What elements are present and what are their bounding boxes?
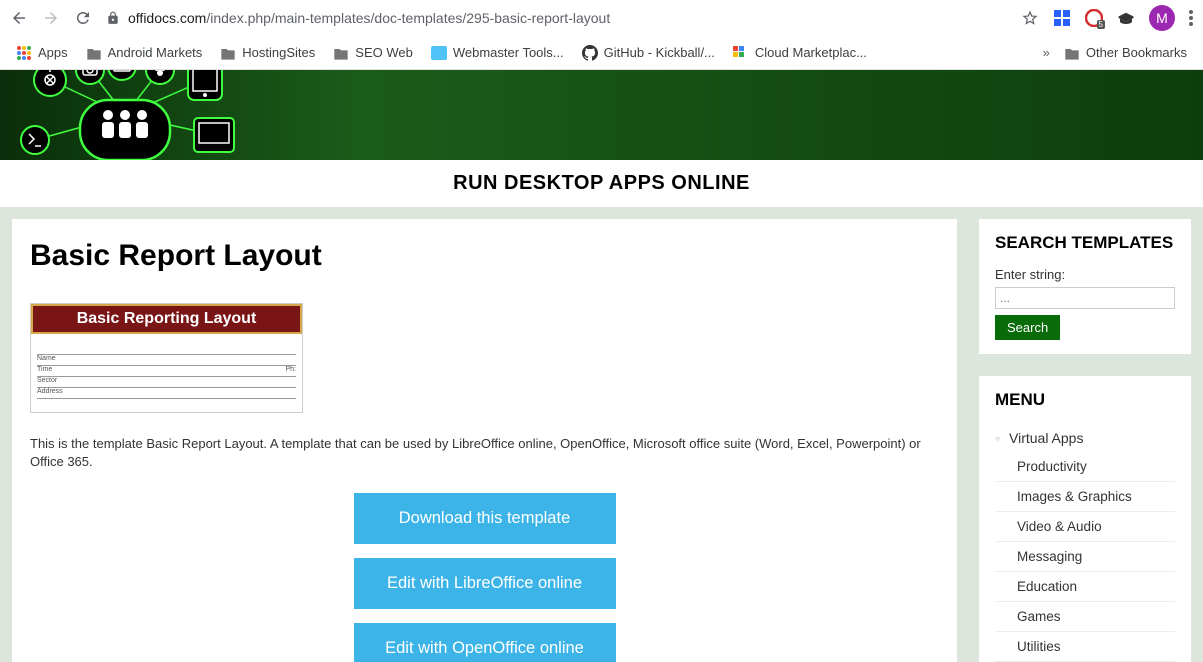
page-viewport[interactable]: RUN DESKTOP APPS ONLINE Basic Report Lay… bbox=[0, 70, 1203, 662]
edit-openoffice-button[interactable]: Edit with OpenOffice online bbox=[354, 623, 616, 662]
bookmark-item[interactable]: GitHub - Kickball/... bbox=[582, 45, 715, 61]
menu-item[interactable]: Education bbox=[995, 572, 1175, 602]
other-bookmarks[interactable]: Other Bookmarks bbox=[1064, 45, 1187, 60]
search-label: Enter string: bbox=[995, 267, 1175, 282]
menu-item[interactable]: Utilities bbox=[995, 632, 1175, 662]
star-icon[interactable] bbox=[1021, 9, 1039, 27]
menu-item[interactable]: Video & Audio bbox=[995, 512, 1175, 542]
menu-item[interactable]: Messaging bbox=[995, 542, 1175, 572]
bookmark-item[interactable]: Cloud Marketplac... bbox=[733, 45, 867, 60]
forward-button[interactable] bbox=[42, 9, 60, 27]
tagline-bar: RUN DESKTOP APPS ONLINE bbox=[0, 160, 1203, 207]
bookmark-folder[interactable]: HostingSites bbox=[220, 45, 315, 60]
menu-item[interactable]: Images & Graphics bbox=[995, 482, 1175, 512]
bookmark-folder[interactable]: SEO Web bbox=[333, 45, 413, 60]
lock-icon bbox=[106, 11, 120, 25]
menu-item[interactable]: Games bbox=[995, 602, 1175, 632]
browser-toolbar: offidocs.com/index.php/main-templates/do… bbox=[0, 0, 1203, 36]
bookmark-item[interactable]: Webmaster Tools... bbox=[431, 45, 564, 60]
bookmark-folder[interactable]: Android Markets bbox=[86, 45, 203, 60]
thumbnail-title: Basic Reporting Layout bbox=[77, 310, 257, 327]
extension-icon-2[interactable]: 5 bbox=[1085, 9, 1103, 27]
apps-shortcut[interactable]: Apps bbox=[16, 45, 68, 61]
menu-widget: MENU Virtual Apps Productivity Images & … bbox=[979, 376, 1191, 662]
menu-category[interactable]: Virtual Apps bbox=[995, 424, 1175, 452]
search-widget: SEARCH TEMPLATES Enter string: Search bbox=[979, 219, 1191, 354]
search-widget-title: SEARCH TEMPLATES bbox=[995, 233, 1175, 253]
download-button[interactable]: Download this template bbox=[354, 493, 616, 544]
search-button[interactable]: Search bbox=[995, 315, 1060, 340]
site-banner bbox=[0, 70, 1203, 160]
tagline-text: RUN DESKTOP APPS ONLINE bbox=[0, 172, 1203, 195]
url-text: offidocs.com/index.php/main-templates/do… bbox=[128, 10, 610, 26]
main-content: Basic Report Layout Basic Reporting Layo… bbox=[12, 219, 957, 662]
extension-icon-3[interactable] bbox=[1117, 9, 1135, 27]
template-thumbnail[interactable]: Basic Reporting Layout Name TimePh: Sect… bbox=[30, 303, 303, 413]
profile-avatar[interactable]: M bbox=[1149, 5, 1175, 31]
menu-widget-title: MENU bbox=[995, 390, 1175, 410]
banner-graphic bbox=[10, 70, 240, 160]
extension-icon-1[interactable] bbox=[1053, 9, 1071, 27]
address-bar[interactable]: offidocs.com/index.php/main-templates/do… bbox=[106, 6, 1007, 30]
browser-menu-icon[interactable] bbox=[1189, 10, 1193, 26]
search-input[interactable] bbox=[995, 287, 1175, 309]
reload-button[interactable] bbox=[74, 9, 92, 27]
edit-libreoffice-button[interactable]: Edit with LibreOffice online bbox=[354, 558, 616, 609]
bookmark-overflow-icon[interactable]: » bbox=[1043, 45, 1050, 60]
menu-item[interactable]: Productivity bbox=[995, 452, 1175, 482]
page-title: Basic Report Layout bbox=[30, 239, 939, 273]
template-description: This is the template Basic Report Layout… bbox=[30, 435, 939, 471]
back-button[interactable] bbox=[10, 9, 28, 27]
bookmark-bar: Apps Android Markets HostingSites SEO We… bbox=[0, 36, 1203, 70]
